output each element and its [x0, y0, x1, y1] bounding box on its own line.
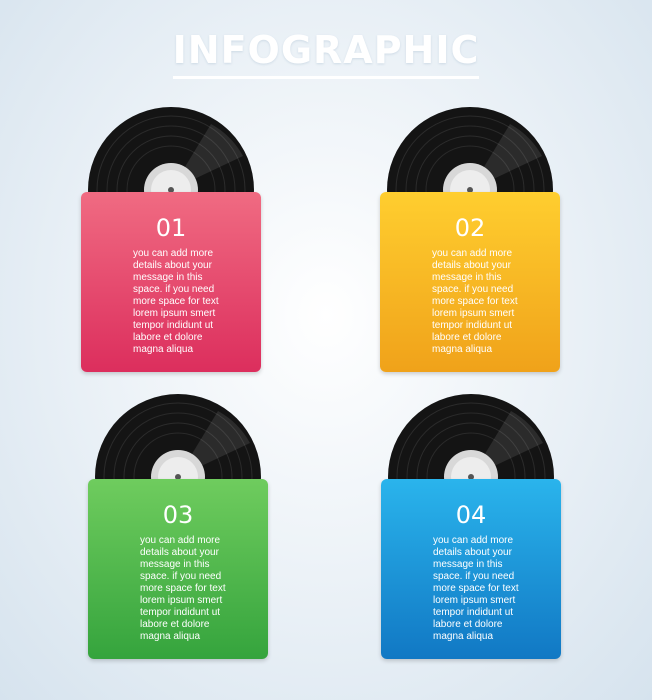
item-description: you can add more details about your mess…: [140, 535, 226, 642]
sleeve-card-02: 02 you can add more details about your m…: [380, 192, 560, 372]
infographic-item-3: 03 you can add more details about your m…: [88, 393, 268, 673]
item-number: 01: [155, 214, 187, 242]
item-number: 04: [455, 501, 487, 529]
page-title: INFOGRAPHIC: [172, 28, 480, 79]
infographic-item-2: 02 you can add more details about your m…: [380, 106, 560, 386]
item-description: you can add more details about your mess…: [432, 248, 518, 355]
item-number: 02: [454, 214, 486, 242]
infographic-item-1: 01 you can add more details about your m…: [81, 106, 261, 386]
item-number: 03: [162, 501, 194, 529]
sleeve-card-03: 03 you can add more details about your m…: [88, 479, 268, 659]
sleeve-card-04: 04 you can add more details about your m…: [381, 479, 561, 659]
item-description: you can add more details about your mess…: [433, 535, 519, 642]
header: INFOGRAPHIC: [0, 28, 652, 79]
sleeve-card-01: 01 you can add more details about your m…: [81, 192, 261, 372]
infographic-item-4: 04 you can add more details about your m…: [381, 393, 561, 673]
item-description: you can add more details about your mess…: [133, 248, 219, 355]
